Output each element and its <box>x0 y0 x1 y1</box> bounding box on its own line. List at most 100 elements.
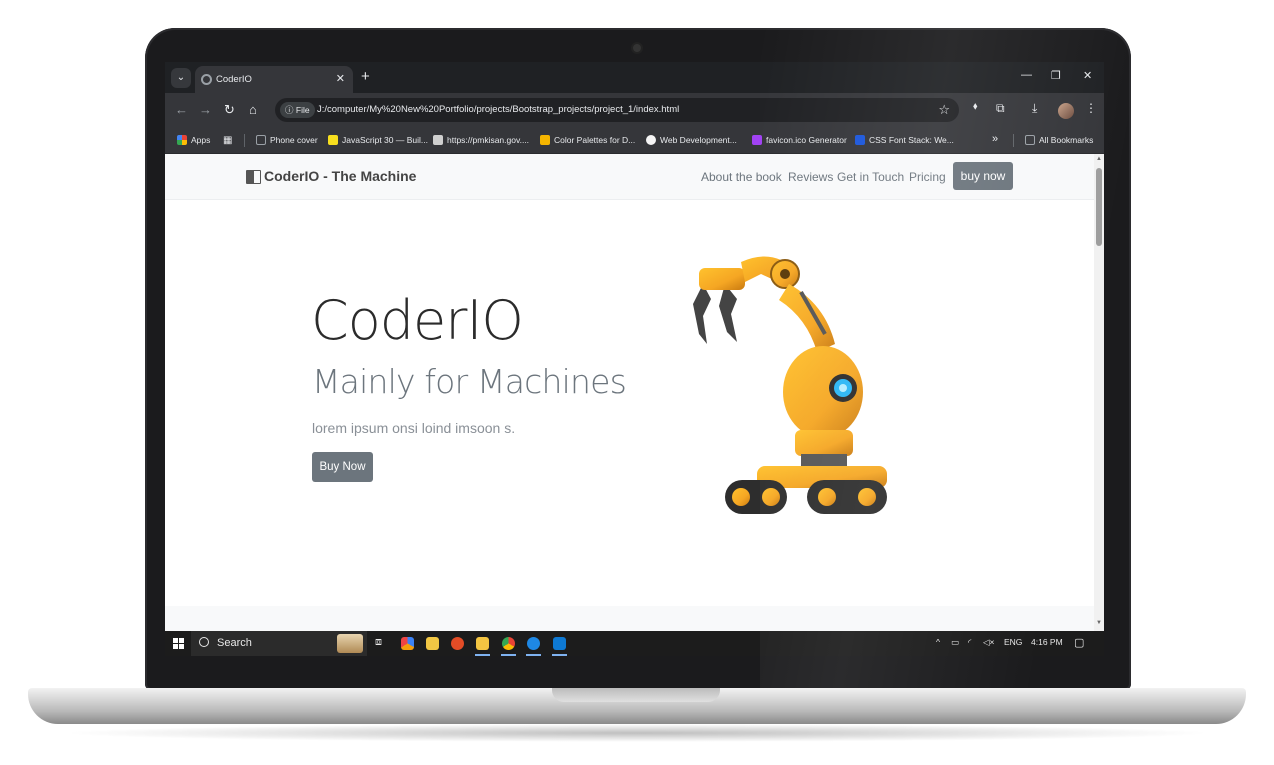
site-brand[interactable]: CoderIO - The Machine <box>246 168 416 184</box>
scroll-up-icon[interactable]: ▲ <box>1096 156 1102 162</box>
hero-buy-button[interactable]: Buy Now <box>312 452 373 482</box>
edge-icon[interactable] <box>527 637 540 650</box>
bookmark-web-development[interactable]: Web Development... <box>646 135 737 145</box>
battery-icon[interactable]: ▭ <box>951 637 959 648</box>
bookmark-label: Color Palettes for D... <box>554 135 636 145</box>
app-icon[interactable] <box>451 637 464 650</box>
active-indicator <box>552 654 567 656</box>
windows-taskbar: Search ⧈ ^ ▭ ◜ ◁× ENG 4:16 PM ▢ <box>165 631 1104 656</box>
globe-icon <box>201 74 212 85</box>
task-view-icon[interactable]: ⧈ <box>375 636 382 649</box>
back-button[interactable]: ← <box>175 102 188 118</box>
home-button[interactable]: ⌂ <box>249 102 257 118</box>
robot-arm-image <box>693 256 887 514</box>
active-indicator <box>475 654 490 656</box>
nav-reviews[interactable]: Reviews <box>788 170 833 184</box>
clock[interactable]: 4:16 PM <box>1031 637 1063 647</box>
laptop-mockup: ⌄ CoderIO ✕ + — ❐ ✕ ← → ↻ ⌂ ⓘ File J:/co… <box>0 0 1274 765</box>
bookmark-phone-cover[interactable]: Phone cover <box>256 135 318 145</box>
tray-chevron-icon[interactable]: ^ <box>936 637 940 647</box>
screen: ⌄ CoderIO ✕ + — ❐ ✕ ← → ↻ ⌂ ⓘ File J:/co… <box>165 62 1104 656</box>
all-bookmarks-label: All Bookmarks <box>1039 135 1094 145</box>
browser-toolbar: ← → ↻ ⌂ ⓘ File J:/computer/My%20New%20Po… <box>165 93 1104 127</box>
page-scrollbar[interactable]: ▲ ▼ <box>1094 154 1104 631</box>
menu-kebab-icon[interactable]: ⋮ <box>1085 101 1097 115</box>
store-icon[interactable] <box>426 637 439 650</box>
hero-text: lorem ipsum onsi loind imsoon s. <box>312 420 516 436</box>
search-icon <box>199 637 209 647</box>
laptop-notch <box>552 688 720 702</box>
address-bar[interactable]: ⓘ File J:/computer/My%20New%20Portfolio/… <box>275 98 959 122</box>
bookmark-label: favicon.ico Generator <box>766 135 847 145</box>
nav-contact[interactable]: Get in Touch <box>837 170 904 184</box>
language-indicator[interactable]: ENG <box>1004 637 1022 647</box>
file-explorer-icon[interactable] <box>476 637 489 650</box>
tab-groups-icon[interactable]: ▦ <box>223 135 232 146</box>
bookmarks-bar: Apps ▦ Phone cover JavaScript 30 — Buil.… <box>165 127 1104 154</box>
pmkisan-icon <box>433 135 443 145</box>
bookmark-color-palettes[interactable]: Color Palettes for D... <box>540 135 635 145</box>
bookmark-label: JavaScript 30 — Buil... <box>342 135 428 145</box>
chrome-icon[interactable] <box>502 637 515 650</box>
web-page: CoderIO - The Machine About the book Rev… <box>165 154 1094 631</box>
download-icon[interactable]: ⤓ <box>1032 101 1037 116</box>
bookmark-star-icon[interactable]: ☆ <box>938 102 950 118</box>
palette-icon <box>540 135 550 145</box>
extension-icon[interactable]: ⬧ <box>973 101 978 112</box>
taskbar-search[interactable]: Search <box>191 631 367 656</box>
file-label: File <box>295 105 310 115</box>
bookmarks-overflow-icon[interactable]: » <box>992 133 998 145</box>
tab-search-button[interactable]: ⌄ <box>171 68 191 88</box>
new-tab-button[interactable]: + <box>361 68 370 86</box>
bookmark-pmkisan[interactable]: https://pmkisan.gov.... <box>433 135 529 145</box>
favicon-icon <box>752 135 762 145</box>
all-bookmarks[interactable]: All Bookmarks <box>1025 135 1093 145</box>
bookmark-favicon-generator[interactable]: favicon.ico Generator <box>752 135 847 145</box>
site-info-chip[interactable]: ⓘ File <box>280 102 315 118</box>
bookmark-label: Apps <box>191 135 211 145</box>
book-icon <box>246 170 261 184</box>
js30-icon <box>328 135 338 145</box>
nav-buy-button[interactable]: buy now <box>953 162 1013 190</box>
cssfont-icon <box>855 135 865 145</box>
reload-button[interactable]: ↻ <box>224 102 235 118</box>
brand-text: CoderIO - The Machine <box>264 168 417 184</box>
laptop-shadow <box>60 724 1214 742</box>
scroll-thumb[interactable] <box>1096 168 1102 246</box>
webcam <box>633 44 641 52</box>
page-next-section <box>165 606 1094 631</box>
tab-bar: ⌄ CoderIO ✕ + — ❐ ✕ <box>165 62 1104 93</box>
close-tab-icon[interactable]: ✕ <box>336 72 345 85</box>
search-label: Search <box>217 637 252 649</box>
extensions-puzzle-icon[interactable]: ⧉ <box>996 101 1005 116</box>
bookmark-label: CSS Font Stack: We... <box>869 135 954 145</box>
bookmark-css-font-stack[interactable]: CSS Font Stack: We... <box>855 135 954 145</box>
bookmark-javascript30[interactable]: JavaScript 30 — Buil... <box>328 135 428 145</box>
wifi-icon[interactable]: ◜ <box>968 637 971 648</box>
bookmark-apps[interactable]: Apps <box>177 135 210 145</box>
notifications-icon[interactable]: ▢ <box>1074 636 1084 649</box>
nav-pricing[interactable]: Pricing <box>909 170 946 184</box>
scroll-down-icon[interactable]: ▼ <box>1096 620 1102 626</box>
vscode-icon[interactable] <box>553 637 566 650</box>
apps-grid-icon <box>177 135 187 145</box>
site-navbar: CoderIO - The Machine About the book Rev… <box>165 154 1094 200</box>
hero-title: CoderIO <box>311 289 524 352</box>
active-indicator <box>501 654 516 656</box>
search-highlight-image <box>337 634 363 653</box>
nav-about[interactable]: About the book <box>701 170 782 184</box>
bookmark-label: Phone cover <box>270 135 318 145</box>
tab-title: CoderIO <box>216 74 252 85</box>
folder-icon <box>1025 135 1035 145</box>
minimize-button[interactable]: — <box>1021 69 1032 81</box>
restore-button[interactable]: ❐ <box>1051 69 1061 82</box>
windows-start-icon[interactable] <box>173 638 184 649</box>
close-window-button[interactable]: ✕ <box>1083 69 1092 82</box>
copilot-icon[interactable] <box>401 637 414 650</box>
active-tab[interactable]: CoderIO ✕ <box>195 66 353 93</box>
volume-muted-icon[interactable]: ◁× <box>983 637 995 648</box>
profile-avatar[interactable] <box>1058 103 1074 119</box>
folder-icon <box>256 135 266 145</box>
bookmark-label: https://pmkisan.gov.... <box>447 135 530 145</box>
forward-button[interactable]: → <box>199 102 212 118</box>
